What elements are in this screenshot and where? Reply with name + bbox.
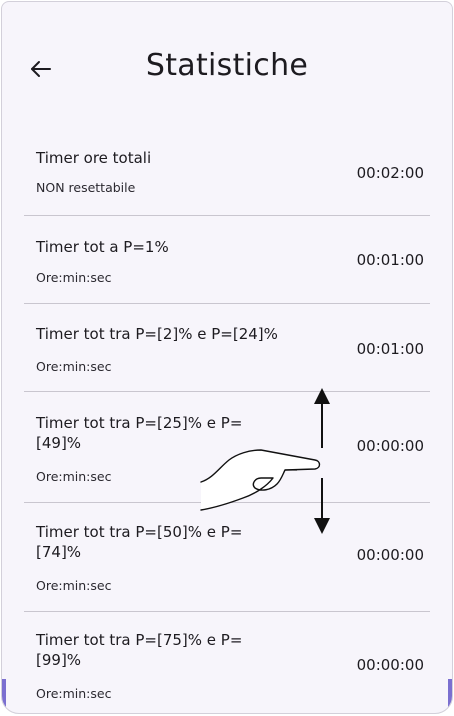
- app-screen: Statistiche Timer ore totali NON resetta…: [1, 1, 453, 714]
- stat-row-p75-99: Timer tot tra P=[75]% e P=[99]% Ore:min:…: [24, 612, 430, 713]
- stat-value: 00:00:00: [356, 546, 424, 564]
- stat-value: 00:01:00: [356, 251, 424, 269]
- stat-subtitle: Ore:min:sec: [36, 270, 112, 285]
- stat-title: Timer tot tra P=[2]% e P=[24]%: [36, 325, 278, 343]
- stat-subtitle: NON resettabile: [36, 180, 136, 195]
- stat-row-p1: Timer tot a P=1% Ore:min:sec 00:01:00: [24, 216, 430, 304]
- stat-title: Timer tot tra P=[50]% e P=[74]%: [36, 523, 243, 561]
- statistics-list[interactable]: Timer ore totali NON resettabile 00:02:0…: [24, 124, 430, 713]
- stat-value: 00:02:00: [356, 164, 424, 182]
- stat-title: Timer tot tra P=[75]% e P=[99]%: [36, 631, 243, 669]
- stat-value: 00:01:00: [356, 340, 424, 358]
- top-app-bar: Statistiche: [2, 2, 452, 124]
- stat-subtitle: Ore:min:sec: [36, 686, 112, 701]
- stat-row-p2-24: Timer tot tra P=[2]% e P=[24]% Ore:min:s…: [24, 304, 430, 392]
- stat-title: Timer ore totali: [36, 149, 152, 167]
- edge-accent-right: [448, 679, 452, 713]
- stat-value: 00:00:00: [356, 437, 424, 455]
- stat-value: 00:00:00: [356, 656, 424, 674]
- page-title: Statistiche: [145, 48, 309, 83]
- stat-title: Timer tot tra P=[25]% e P=[49]%: [36, 414, 243, 452]
- stat-title: Timer tot a P=1%: [36, 238, 169, 256]
- stat-subtitle: Ore:min:sec: [36, 469, 112, 484]
- edge-accent-left: [2, 679, 6, 713]
- stat-row-p50-74: Timer tot tra P=[50]% e P=[74]% Ore:min:…: [24, 503, 430, 612]
- stat-subtitle: Ore:min:sec: [36, 359, 112, 374]
- stat-subtitle: Ore:min:sec: [36, 578, 112, 593]
- stat-row-p25-49: Timer tot tra P=[25]% e P=[49]% Ore:min:…: [24, 392, 430, 503]
- stat-row-total-hours: Timer ore totali NON resettabile 00:02:0…: [24, 124, 430, 216]
